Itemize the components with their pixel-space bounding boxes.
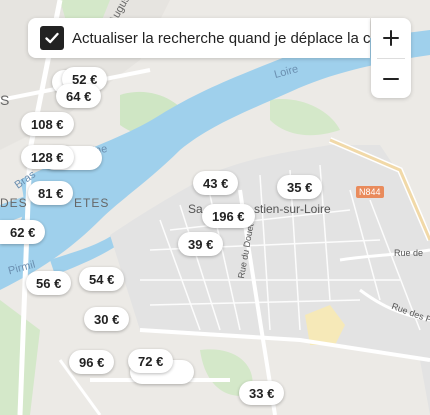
price-marker[interactable]: 72 € <box>128 349 174 373</box>
price-marker[interactable]: 39 € <box>178 232 224 256</box>
map-label-city-a: Sa <box>188 202 203 216</box>
price-marker[interactable]: 56 € <box>26 271 72 295</box>
map-label-s: S <box>0 92 10 108</box>
map-label-island: DES <box>0 196 28 210</box>
map-label-island-b: ETES <box>74 196 110 210</box>
zoom-controls <box>371 18 411 98</box>
zoom-in-button[interactable] <box>371 18 411 58</box>
price-marker[interactable]: 196 € <box>202 204 255 228</box>
search-on-move-label: Actualiser la recherche quand je déplace… <box>72 29 370 47</box>
price-marker[interactable]: 96 € <box>69 350 115 374</box>
price-marker[interactable]: 54 € <box>79 267 125 291</box>
checkmark-icon <box>45 32 59 44</box>
map-label-city-b: stien-sur-Loire <box>254 202 331 216</box>
price-marker[interactable]: 108 € <box>21 112 74 136</box>
plus-icon <box>383 30 399 46</box>
price-marker[interactable]: 43 € <box>193 171 239 195</box>
price-marker[interactable]: 81 € <box>28 181 74 205</box>
price-marker[interactable]: 30 € <box>84 307 130 331</box>
price-marker[interactable]: 62 € <box>0 220 46 244</box>
minus-icon <box>383 78 399 80</box>
price-marker[interactable]: 33 € <box>239 381 285 405</box>
price-marker[interactable]: 128 € <box>21 145 74 169</box>
map-label-n844: N844 <box>356 186 384 198</box>
search-on-move-checkbox[interactable] <box>40 26 64 50</box>
price-marker[interactable]: 64 € <box>56 84 102 108</box>
map-label-rue: Rue de <box>394 248 424 258</box>
price-marker[interactable]: 35 € <box>277 175 323 199</box>
search-on-move-toggle[interactable]: Actualiser la recherche quand je déplace… <box>28 18 370 58</box>
zoom-out-button[interactable] <box>371 59 411 99</box>
